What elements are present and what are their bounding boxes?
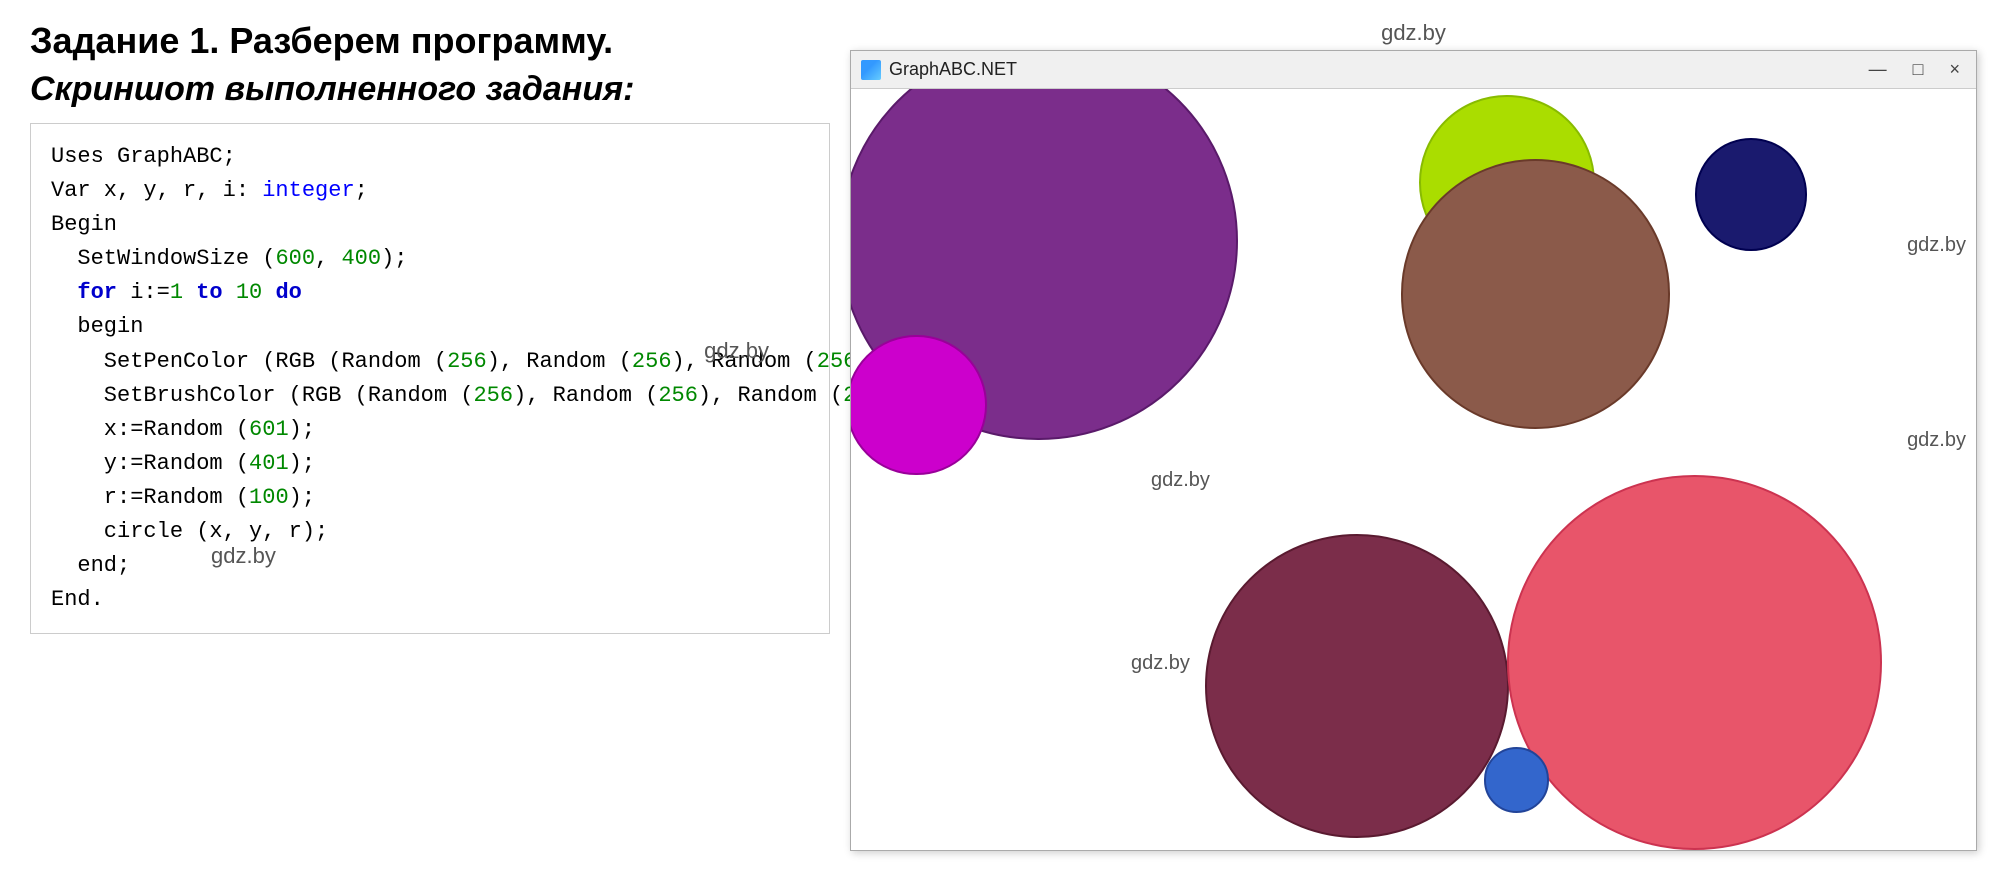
code-line: Begin xyxy=(51,208,809,242)
code-line: r:=Random (100); xyxy=(51,481,809,515)
maximize-button[interactable]: □ xyxy=(1907,57,1930,82)
watermark-canvas-mid: gdz.by xyxy=(1151,469,1210,492)
circle-c7 xyxy=(1507,475,1882,850)
window-title: GraphABC.NET xyxy=(889,59,1863,80)
watermark-canvas-top-right: gdz.by xyxy=(1907,234,1966,257)
watermark-canvas-bottom-mid: gdz.by xyxy=(1131,652,1190,675)
app-icon xyxy=(861,60,881,80)
circle-c8 xyxy=(1484,747,1550,813)
code-line: y:=Random (401); xyxy=(51,447,809,481)
code-line: for i:=1 to 10 do xyxy=(51,276,809,310)
code-line: begin xyxy=(51,310,809,344)
code-line: Var x, y, r, i: integer; xyxy=(51,174,809,208)
circle-c5 xyxy=(1695,138,1807,250)
task-title: Задание 1. Разберем программу. xyxy=(30,20,830,62)
circle-c2 xyxy=(851,335,987,475)
minimize-button[interactable]: — xyxy=(1863,57,1893,82)
page: Задание 1. Разберем программу. Скриншот … xyxy=(0,0,2007,871)
close-button[interactable]: × xyxy=(1943,57,1966,82)
circle-c6 xyxy=(1205,534,1509,838)
circle-c4 xyxy=(1401,159,1670,428)
task-title-bold: Задание 1. Разберем программу. xyxy=(30,20,613,61)
code-line: circle (x, y, r); xyxy=(51,515,809,549)
watermark-code-area: gdz.by xyxy=(704,334,769,368)
watermark-bottom-left: gdz.by xyxy=(211,539,276,573)
right-panel: gdz.by GraphABC.NET — □ × gdz.by gdz.by … xyxy=(850,20,1977,851)
window-titlebar: GraphABC.NET — □ × xyxy=(851,51,1976,89)
window-controls: — □ × xyxy=(1863,57,1966,82)
canvas-area: gdz.by gdz.by gdz.by gdz.by gdz.by xyxy=(851,89,1976,850)
code-line: x:=Random (601); xyxy=(51,413,809,447)
watermark-top-center: gdz.by xyxy=(850,20,1977,46)
app-window: GraphABC.NET — □ × gdz.by gdz.by gdz.by … xyxy=(850,50,1977,851)
code-line: end; xyxy=(51,549,809,583)
code-line: Uses GraphABC; xyxy=(51,140,809,174)
code-line: SetBrushColor (RGB (Random (256), Random… xyxy=(51,379,809,413)
code-line: SetWindowSize (600, 400); xyxy=(51,242,809,276)
left-panel: Задание 1. Разберем программу. Скриншот … xyxy=(30,20,850,851)
code-line: End. xyxy=(51,583,809,617)
watermark-canvas-mid-right: gdz.by xyxy=(1907,429,1966,452)
code-line: SetPenColor (RGB (Random (256), Random (… xyxy=(51,345,809,379)
screenshot-label: Скриншот выполненного задания: xyxy=(30,70,830,109)
code-area: Uses GraphABC;Var x, y, r, i: integer;Be… xyxy=(30,123,830,634)
